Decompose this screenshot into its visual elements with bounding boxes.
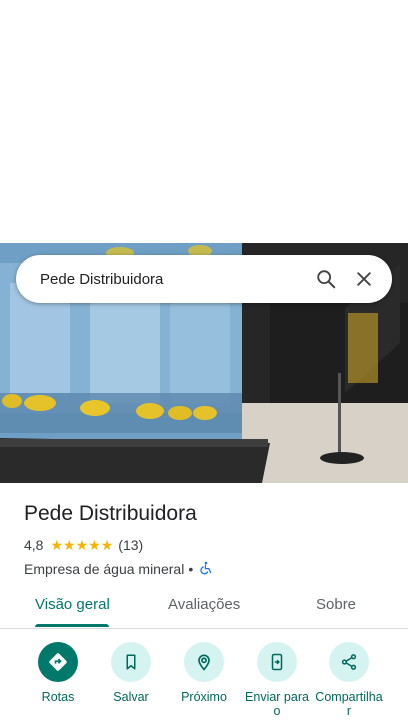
category-row: Empresa de água mineral • (24, 560, 394, 578)
share-label: Compartilhar (315, 690, 383, 718)
star-icon: ★ (100, 537, 114, 553)
separator: • (188, 561, 194, 577)
search-input[interactable]: Pede Distribuidora (40, 271, 314, 288)
share-icon (329, 642, 369, 682)
star-icon: ★ (50, 537, 64, 553)
wheelchair-accessible-icon (199, 561, 213, 578)
rating-row[interactable]: 4,8 ★ ★ ★ ★ ★ (13) (24, 536, 394, 554)
send-to-phone-icon (257, 642, 297, 682)
star-icon: ★ (63, 537, 76, 553)
send-to-phone-button[interactable]: Enviar para o (237, 642, 317, 718)
close-icon[interactable] (352, 267, 376, 291)
directions-label: Rotas (41, 690, 75, 704)
nearby-label: Próximo (181, 690, 227, 704)
directions-button[interactable]: Rotas (18, 642, 98, 704)
search-bar[interactable]: Pede Distribuidora (16, 255, 392, 303)
rating-value: 4,8 (24, 537, 44, 553)
tab-about[interactable]: Sobre (316, 596, 356, 613)
rating-stars: ★ ★ ★ ★ ★ (50, 538, 113, 552)
star-icon: ★ (88, 537, 101, 553)
nearby-button[interactable]: Próximo (164, 642, 244, 704)
place-category: Empresa de água mineral (24, 561, 185, 577)
place-info: Pede Distribuidora 4,8 ★ ★ ★ ★ ★ (13) Em… (24, 500, 394, 578)
action-bar: Rotas Salvar Próximo Enviar para o Compa… (0, 642, 408, 726)
bookmark-icon (111, 642, 151, 682)
save-label: Salvar (113, 690, 149, 704)
search-icon[interactable] (314, 267, 338, 291)
tab-overview[interactable]: Visão geral (35, 596, 110, 613)
place-tabs: Visão geral Avaliações Sobre (0, 586, 408, 629)
map-area[interactable] (0, 0, 408, 243)
review-count[interactable]: (13) (118, 537, 143, 553)
share-button[interactable]: Compartilhar (309, 642, 389, 718)
directions-icon (38, 642, 78, 682)
active-tab-indicator (35, 624, 109, 627)
place-title: Pede Distribuidora (24, 502, 197, 525)
nearby-icon (184, 642, 224, 682)
save-button[interactable]: Salvar (91, 642, 171, 704)
star-icon: ★ (75, 537, 89, 553)
tab-reviews[interactable]: Avaliações (168, 596, 240, 613)
send-to-phone-label: Enviar para o (245, 690, 309, 718)
